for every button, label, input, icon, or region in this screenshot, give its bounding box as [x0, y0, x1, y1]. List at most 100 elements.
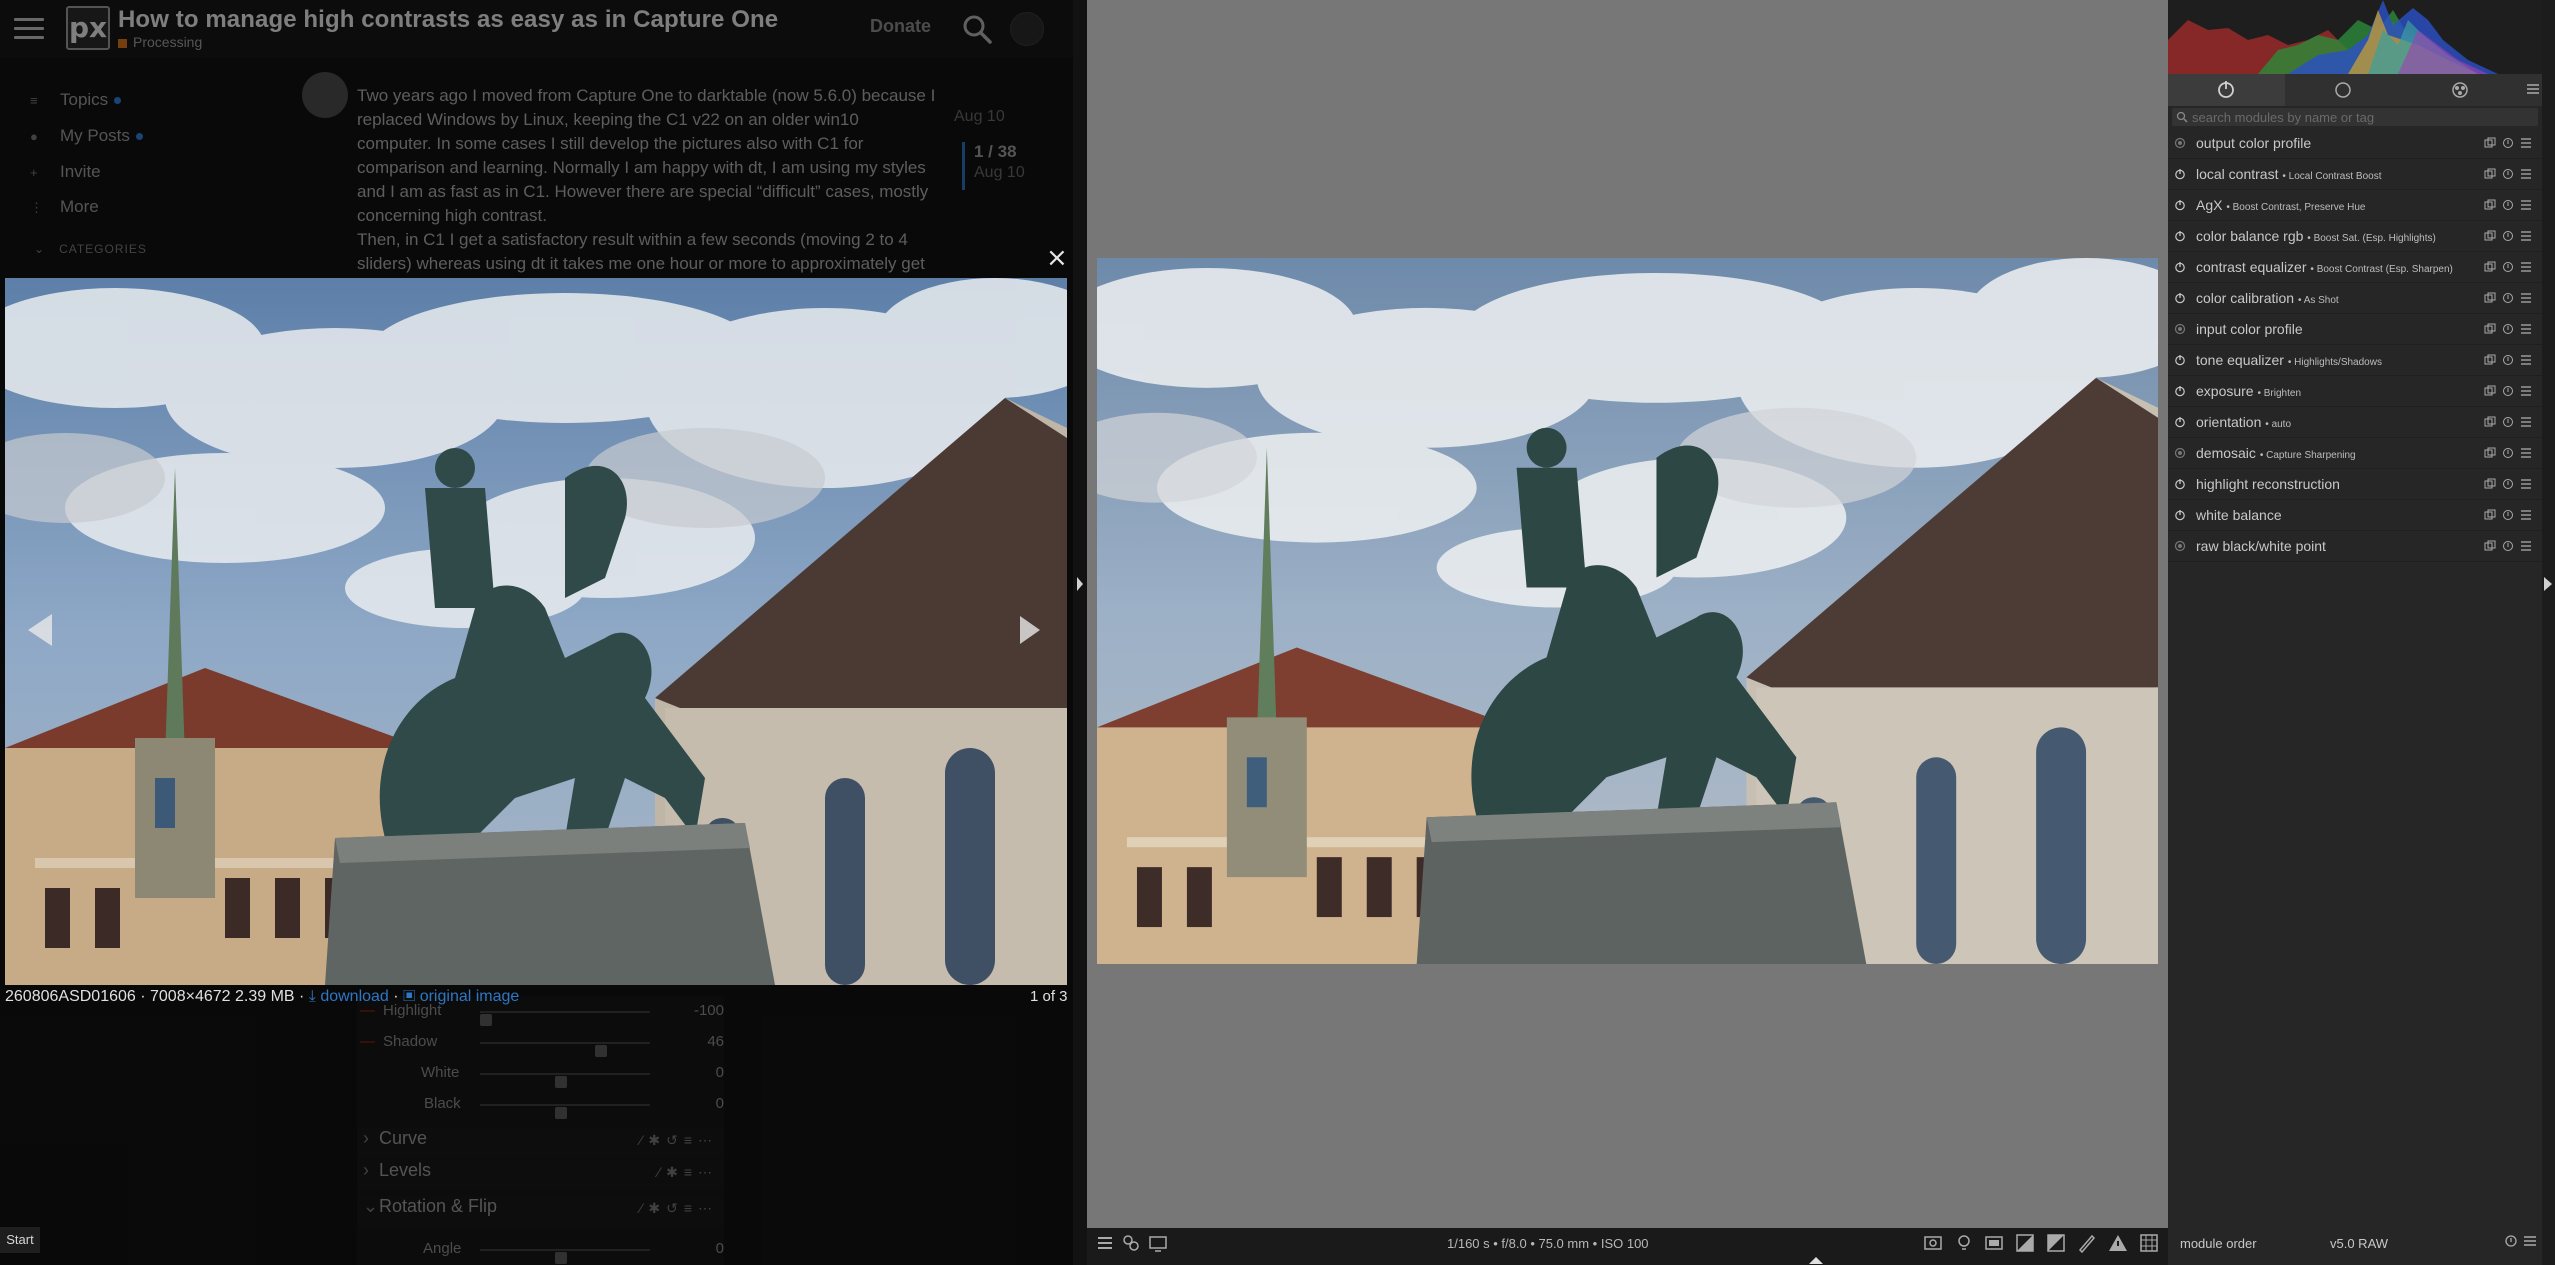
multi-instance-icon[interactable] [2484, 199, 2496, 211]
reset-icon[interactable] [2502, 168, 2514, 180]
clipping-icon[interactable] [2014, 1232, 2036, 1254]
download-link[interactable]: ⤓ download [309, 988, 389, 1005]
presets-menu-icon[interactable] [2520, 137, 2532, 149]
close-icon[interactable]: × [1046, 245, 1068, 271]
second-window-icon[interactable] [1147, 1232, 1169, 1254]
module-row[interactable]: exposure • Brighten [2168, 376, 2542, 407]
power-on-icon[interactable] [2174, 199, 2186, 211]
reset-icon[interactable] [2502, 385, 2514, 397]
module-row[interactable]: orientation • auto [2168, 407, 2542, 438]
multi-instance-icon[interactable] [2484, 137, 2496, 149]
original-image-link[interactable]: ▣ original image [403, 988, 519, 1005]
focus-peaking-icon[interactable] [1922, 1232, 1944, 1254]
presets-menu-icon[interactable] [2520, 478, 2532, 490]
quick-access-icon[interactable] [1094, 1232, 1116, 1254]
module-row[interactable]: AgX • Boost Contrast, Preserve Hue [2168, 190, 2542, 221]
module-row[interactable]: tone equalizer • Highlights/Shadows [2168, 345, 2542, 376]
presets-menu-icon[interactable] [2520, 261, 2532, 273]
reset-icon[interactable] [2502, 292, 2514, 304]
multi-instance-icon[interactable] [2484, 540, 2496, 552]
reset-icon[interactable] [2502, 261, 2514, 273]
power-on-icon[interactable] [2174, 509, 2186, 521]
reset-icon[interactable] [2502, 478, 2514, 490]
multi-instance-icon[interactable] [2484, 168, 2496, 180]
module-preset: • auto [2265, 419, 2292, 430]
multi-instance-icon[interactable] [2484, 261, 2496, 273]
tab-active-modules[interactable] [2168, 74, 2285, 106]
module-row[interactable]: demosaic • Capture Sharpening [2168, 438, 2542, 469]
power-on-icon[interactable] [2174, 354, 2186, 366]
darkroom-photo[interactable] [1097, 258, 2158, 964]
presets-menu-icon[interactable] [2520, 168, 2532, 180]
module-order-value[interactable]: v5.0 RAW [2330, 1236, 2388, 1251]
gamut-check-icon[interactable] [2107, 1232, 2129, 1254]
multi-instance-icon[interactable] [2484, 230, 2496, 242]
tab-color-modules[interactable] [2402, 74, 2519, 106]
tab-base-modules[interactable] [2285, 74, 2402, 106]
module-search-input[interactable] [2192, 108, 2532, 126]
module-row[interactable]: contrast equalizer • Boost Contrast (Esp… [2168, 252, 2542, 283]
presets-menu-icon[interactable] [2520, 509, 2532, 521]
next-image-icon[interactable] [1018, 614, 1042, 646]
expand-bottom-panel-icon[interactable] [1808, 1256, 1824, 1265]
module-row[interactable]: color balance rgb • Boost Sat. (Esp. Hig… [2168, 221, 2542, 252]
power-on-icon[interactable] [2174, 385, 2186, 397]
module-row[interactable]: output color profile [2168, 128, 2542, 159]
reset-icon[interactable] [2502, 323, 2514, 335]
power-on-icon[interactable] [2174, 230, 2186, 242]
presets-menu-icon[interactable] [2520, 199, 2532, 211]
previous-image-icon[interactable] [26, 612, 54, 648]
multi-instance-icon[interactable] [2484, 354, 2496, 366]
presets-menu-icon[interactable] [2520, 540, 2532, 552]
guides-icon[interactable] [2138, 1232, 2160, 1254]
module-row[interactable]: color calibration • As Shot [2168, 283, 2542, 314]
presets-menu-icon[interactable] [2520, 354, 2532, 366]
power-on-icon[interactable] [2174, 416, 2186, 428]
start-button[interactable]: Start [0, 1227, 40, 1253]
module-label: highlight reconstruction [2196, 476, 2340, 492]
raw-overexposed-icon[interactable] [1983, 1232, 2005, 1254]
module-row[interactable]: white balance [2168, 500, 2542, 531]
histogram[interactable] [2168, 0, 2542, 74]
styles-icon[interactable] [1120, 1232, 1142, 1254]
reset-icon[interactable] [2502, 230, 2514, 242]
reset-icon[interactable] [2502, 447, 2514, 459]
power-on-icon[interactable] [2174, 261, 2186, 273]
collapse-right-panel-icon[interactable] [2543, 576, 2553, 592]
presets-menu-icon[interactable] [2520, 416, 2532, 428]
reset-icon[interactable] [2502, 540, 2514, 552]
reset-icon[interactable] [2502, 416, 2514, 428]
power-on-icon[interactable] [2174, 478, 2186, 490]
module-row[interactable]: input color profile [2168, 314, 2542, 345]
multi-instance-icon[interactable] [2484, 385, 2496, 397]
multi-instance-icon[interactable] [2484, 292, 2496, 304]
reset-icon[interactable] [2502, 137, 2514, 149]
presets-menu-icon[interactable] [2524, 1235, 2536, 1247]
expand-left-panel-icon[interactable] [1076, 576, 1084, 592]
module-preset: • Brighten [2257, 388, 2302, 399]
module-row[interactable]: raw black/white point [2168, 531, 2542, 562]
presets-menu-icon[interactable] [2527, 83, 2539, 95]
presets-menu-icon[interactable] [2520, 447, 2532, 459]
multi-instance-icon[interactable] [2484, 478, 2496, 490]
module-row[interactable]: local contrast • Local Contrast Boost [2168, 159, 2542, 190]
softproof-icon[interactable] [2045, 1232, 2067, 1254]
reset-icon[interactable] [2504, 1234, 2518, 1248]
reset-icon[interactable] [2502, 354, 2514, 366]
power-on-icon[interactable] [2174, 292, 2186, 304]
color-picker-icon[interactable] [2076, 1232, 2098, 1254]
presets-menu-icon[interactable] [2520, 323, 2532, 335]
presets-menu-icon[interactable] [2520, 292, 2532, 304]
reset-icon[interactable] [2502, 509, 2514, 521]
search-icon [2176, 111, 2188, 123]
presets-menu-icon[interactable] [2520, 385, 2532, 397]
presets-menu-icon[interactable] [2520, 230, 2532, 242]
multi-instance-icon[interactable] [2484, 323, 2496, 335]
power-on-icon[interactable] [2174, 168, 2186, 180]
multi-instance-icon[interactable] [2484, 509, 2496, 521]
multi-instance-icon[interactable] [2484, 416, 2496, 428]
module-row[interactable]: highlight reconstruction [2168, 469, 2542, 500]
lightbulb-icon[interactable] [1953, 1232, 1975, 1254]
reset-icon[interactable] [2502, 199, 2514, 211]
multi-instance-icon[interactable] [2484, 447, 2496, 459]
